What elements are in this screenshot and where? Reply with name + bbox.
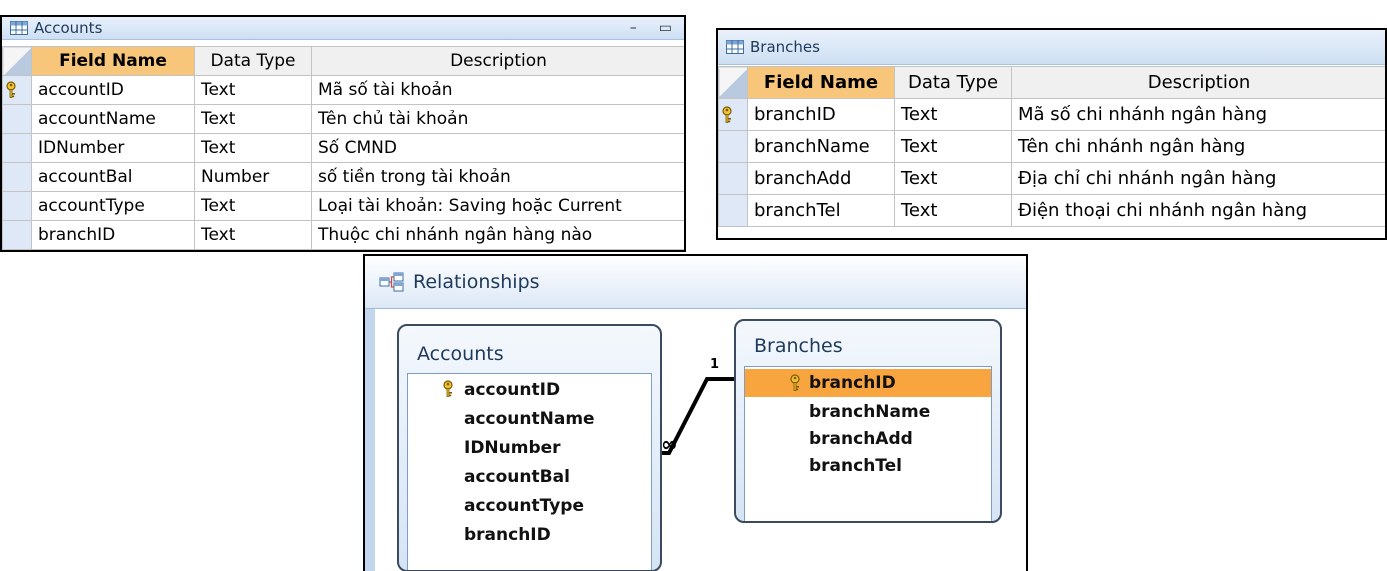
description-cell[interactable]: Mã số tài khoản bbox=[311, 75, 684, 105]
field-name-header[interactable]: Field Name bbox=[31, 46, 195, 76]
field-name-cell[interactable]: accountName bbox=[31, 104, 195, 134]
list-item[interactable]: accountType bbox=[464, 496, 584, 516]
table-row[interactable]: IDNumber Text Số CMND bbox=[2, 133, 684, 163]
table-row[interactable]: branchTel Text Điện thoại chi nhánh ngân… bbox=[718, 194, 1385, 227]
accounts-window-title: Accounts bbox=[34, 19, 103, 37]
field-name-cell[interactable]: accountID bbox=[31, 75, 195, 105]
relationships-icon bbox=[379, 272, 404, 292]
list-item[interactable]: IDNumber bbox=[464, 438, 561, 458]
relationships-titlebar[interactable]: Relationships bbox=[365, 256, 1026, 309]
description-cell[interactable]: Mã số chi nhánh ngân hàng bbox=[1011, 98, 1385, 131]
branches-field-list-title: Branches bbox=[754, 335, 843, 357]
table-row[interactable]: branchID Text Mã số chi nhánh ngân hàng bbox=[718, 98, 1385, 131]
field-name-cell[interactable]: branchTel bbox=[747, 194, 895, 227]
accounts-titlebar[interactable]: Accounts – ▭ bbox=[2, 17, 684, 40]
accounts-field-list-title: Accounts bbox=[417, 343, 504, 365]
row-selector[interactable] bbox=[2, 191, 32, 221]
description-header[interactable]: Description bbox=[1011, 66, 1385, 99]
field-name-cell[interactable]: accountType bbox=[31, 191, 195, 221]
table-row[interactable]: branchID Text Thuộc chi nhánh ngân hàng … bbox=[2, 220, 684, 250]
table-row[interactable]: accountName Text Tên chủ tài khoản bbox=[2, 104, 684, 134]
select-all-cell[interactable] bbox=[2, 46, 32, 76]
list-item[interactable]: branchName bbox=[809, 402, 930, 422]
row-selector[interactable] bbox=[2, 104, 32, 134]
description-cell[interactable]: Tên chủ tài khoản bbox=[311, 104, 684, 134]
description-cell[interactable]: Điện thoại chi nhánh ngân hàng bbox=[1011, 194, 1385, 227]
description-cell[interactable]: số tiền trong tài khoản bbox=[311, 162, 684, 192]
row-selector[interactable] bbox=[2, 133, 32, 163]
row-selector[interactable] bbox=[718, 162, 748, 195]
table-icon bbox=[10, 21, 28, 35]
accounts-field-grid: Field Name Data Type Description account… bbox=[2, 46, 684, 250]
description-cell[interactable]: Thuộc chi nhánh ngân hàng nào bbox=[311, 220, 684, 250]
data-type-header[interactable]: Data Type bbox=[194, 46, 312, 76]
accounts-field-list-body: accountID accountName IDNumber accountBa… bbox=[407, 373, 652, 570]
field-name-cell[interactable]: accountBal bbox=[31, 162, 195, 192]
select-all-cell[interactable] bbox=[718, 66, 748, 99]
data-type-cell[interactable]: Text bbox=[894, 162, 1012, 195]
data-type-cell[interactable]: Text bbox=[194, 220, 312, 250]
list-item[interactable]: branchTel bbox=[809, 456, 902, 476]
field-name-header[interactable]: Field Name bbox=[747, 66, 895, 99]
row-selector[interactable] bbox=[2, 75, 32, 105]
field-name-cell[interactable]: branchName bbox=[747, 130, 895, 163]
data-type-cell[interactable]: Text bbox=[194, 104, 312, 134]
row-selector[interactable] bbox=[718, 194, 748, 227]
description-cell[interactable]: Loại tài khoản: Saving hoặc Current bbox=[311, 191, 684, 221]
table-row[interactable]: accountType Text Loại tài khoản: Saving … bbox=[2, 191, 684, 221]
field-name-cell[interactable]: branchID bbox=[31, 220, 195, 250]
primary-key-icon bbox=[790, 374, 800, 391]
data-type-cell[interactable]: Text bbox=[194, 75, 312, 105]
one-cardinality-label: 1 bbox=[710, 357, 720, 372]
relationships-title: Relationships bbox=[413, 271, 540, 293]
accounts-field-list[interactable]: Accounts accountID accountName IDNumber … bbox=[397, 324, 662, 571]
field-name-cell[interactable]: branchAdd bbox=[747, 162, 895, 195]
branches-titlebar[interactable]: Branches bbox=[718, 30, 1385, 65]
table-row[interactable]: accountBal Number số tiền trong tài khoả… bbox=[2, 162, 684, 192]
row-selector[interactable] bbox=[2, 220, 32, 250]
primary-key-icon bbox=[443, 380, 453, 397]
primary-key-icon bbox=[722, 106, 732, 123]
description-cell[interactable]: Địa chỉ chi nhánh ngân hàng bbox=[1011, 162, 1385, 195]
row-selector[interactable] bbox=[718, 130, 748, 163]
relationships-window: Relationships 1 ∞ Accounts accountID acc… bbox=[363, 254, 1028, 571]
primary-key-icon bbox=[6, 81, 16, 98]
branches-field-grid: Field Name Data Type Description branchI… bbox=[718, 66, 1385, 227]
minimize-button[interactable]: – bbox=[630, 20, 637, 36]
data-type-cell[interactable]: Text bbox=[894, 98, 1012, 131]
header-row: Field Name Data Type Description bbox=[718, 66, 1385, 99]
branches-field-list[interactable]: Branches branchID branchName branchAdd b… bbox=[734, 319, 1002, 523]
data-type-cell[interactable]: Text bbox=[194, 191, 312, 221]
data-type-cell[interactable]: Text bbox=[894, 130, 1012, 163]
restore-button[interactable]: ▭ bbox=[659, 20, 672, 36]
table-row[interactable]: accountID Text Mã số tài khoản bbox=[2, 75, 684, 105]
data-type-header[interactable]: Data Type bbox=[894, 66, 1012, 99]
data-type-cell[interactable]: Text bbox=[894, 194, 1012, 227]
table-row[interactable]: branchAdd Text Địa chỉ chi nhánh ngân hà… bbox=[718, 162, 1385, 195]
data-type-cell[interactable]: Text bbox=[194, 133, 312, 163]
branches-design-window: Branches Field Name Data Type Descriptio… bbox=[716, 28, 1387, 240]
accounts-design-window: Accounts – ▭ Field Name Data Type Descri… bbox=[0, 15, 686, 252]
table-row[interactable]: branchName Text Tên chi nhánh ngân hàng bbox=[718, 130, 1385, 163]
branches-window-title: Branches bbox=[750, 38, 820, 56]
list-item[interactable]: accountName bbox=[464, 409, 595, 429]
list-item[interactable]: branchID bbox=[464, 525, 551, 545]
field-name-cell[interactable]: branchID bbox=[747, 98, 895, 131]
many-cardinality-label: ∞ bbox=[661, 432, 678, 456]
field-name-cell[interactable]: IDNumber bbox=[31, 133, 195, 163]
list-item[interactable]: branchAdd bbox=[809, 429, 913, 449]
branches-field-list-body: branchID branchName branchAdd branchTel bbox=[744, 366, 992, 521]
row-selector[interactable] bbox=[2, 162, 32, 192]
row-selector[interactable] bbox=[718, 98, 748, 131]
header-row: Field Name Data Type Description bbox=[2, 46, 684, 76]
table-icon bbox=[726, 40, 744, 54]
list-item[interactable]: branchID bbox=[809, 373, 896, 393]
description-cell[interactable]: Tên chi nhánh ngân hàng bbox=[1011, 130, 1385, 163]
list-item[interactable]: accountID bbox=[464, 380, 560, 400]
list-item[interactable]: accountBal bbox=[464, 467, 570, 487]
data-type-cell[interactable]: Number bbox=[194, 162, 312, 192]
description-cell[interactable]: Số CMND bbox=[311, 133, 684, 163]
description-header[interactable]: Description bbox=[311, 46, 684, 76]
